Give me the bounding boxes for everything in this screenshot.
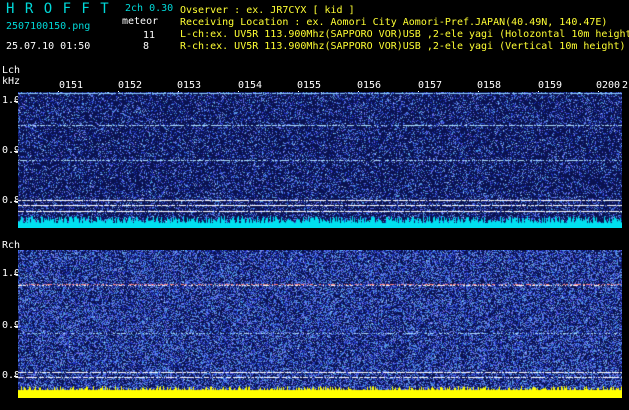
rch-receiver-info: R-ch:ex. UV5R 113.900Mhz(SAPPORO VOR)USB…: [180, 41, 626, 52]
lch-spectrogram-canvas: [18, 92, 622, 228]
meteor-label: meteor: [122, 16, 159, 27]
filename-label: 2507100150.png: [6, 21, 91, 32]
xtick-2: 2: [622, 80, 629, 91]
lch-spectrogram: [18, 92, 622, 228]
lch-meteor-count: 11: [143, 30, 156, 41]
right-edge-strip: [622, 92, 629, 398]
xtick-0152: 0152: [118, 80, 143, 91]
xtick-0200: 0200: [596, 80, 621, 91]
mode-label: 2ch 0.30: [125, 3, 174, 14]
xtick-0157: 0157: [418, 80, 443, 91]
datetime-label: 25.07.10 01:50: [6, 41, 91, 52]
lch-receiver-info: L-ch:ex. UV5R 113.900Mhz(SAPPORO VOR)USB…: [180, 29, 629, 40]
lch-channel-label: Lch: [2, 65, 21, 76]
frequency-unit-label: kHz: [2, 76, 21, 87]
rch-spectrogram: [18, 250, 622, 398]
xtick-0154: 0154: [238, 80, 263, 91]
xtick-0155: 0155: [297, 80, 322, 91]
xtick-0156: 0156: [357, 80, 382, 91]
xtick-0159: 0159: [538, 80, 563, 91]
xtick-0153: 0153: [177, 80, 202, 91]
xtick-0151: 0151: [59, 80, 84, 91]
observer-info: Ovserver : ex. JR7CYX [ kid ]: [180, 5, 355, 16]
xtick-0158: 0158: [477, 80, 502, 91]
app-logo: H R O F F T: [6, 1, 110, 17]
rch-meteor-count: 8: [143, 41, 150, 52]
rch-spectrogram-canvas: [18, 250, 622, 398]
location-info: Receiving Location : ex. Aomori City Aom…: [180, 17, 608, 28]
